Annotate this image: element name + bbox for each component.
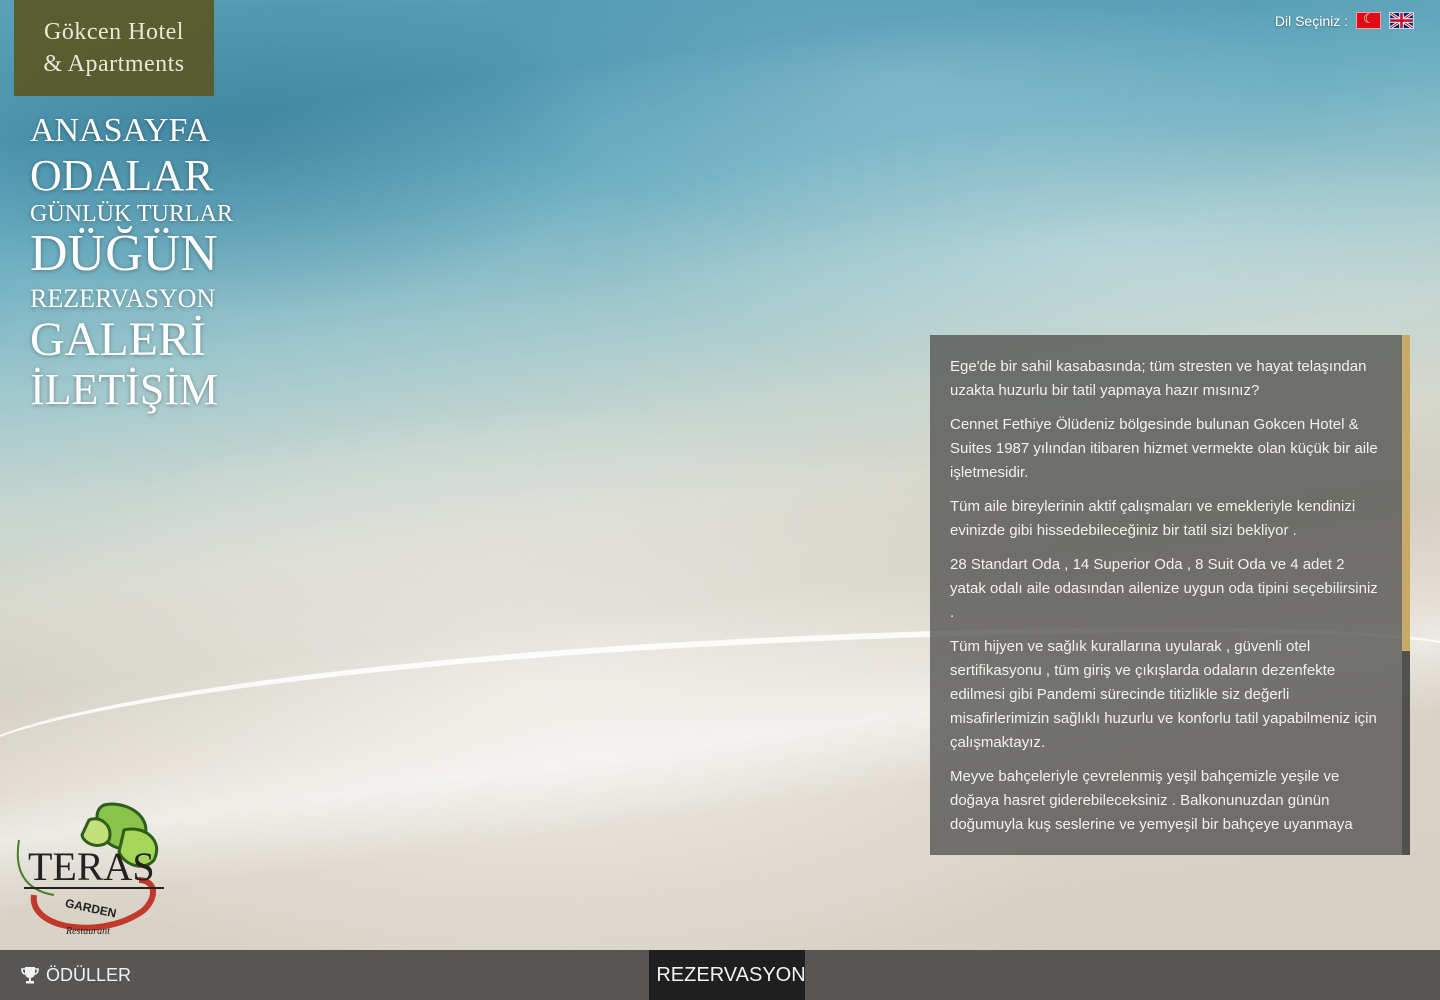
nav-item-odalar[interactable]: ODALAR — [30, 154, 233, 198]
brand-line-2: & Apartments — [43, 51, 185, 77]
reservation-button[interactable]: REZERVASYON — [649, 950, 806, 1000]
nav-item-gunluk-turlar[interactable]: GÜNLÜK TURLAR — [30, 202, 233, 226]
welcome-paragraph: Cennet Fethiye Ölüdeniz bölgesinde bulun… — [950, 416, 1378, 481]
nav-item-anasayfa[interactable]: ANASAYFA — [30, 114, 233, 148]
nav-item-dugun[interactable]: DÜĞÜN — [30, 228, 233, 280]
awards-label: ÖDÜLLER — [46, 964, 132, 985]
turkish-flag-icon[interactable] — [1356, 11, 1381, 29]
hotel-logo[interactable]: Gökcen Hotel & Apartments — [14, 0, 214, 96]
nav-item-galeri[interactable]: GALERİ — [30, 316, 233, 364]
teras-garden-logo[interactable]: TERAS GARDEN Restaurant — [14, 800, 164, 940]
logo-garden-text: GARDEN — [64, 896, 118, 921]
welcome-paragraph: Tüm hijyen ve sağlık kurallarına uyulara… — [950, 638, 1377, 751]
welcome-paragraph: Meyve bahçeleriyle çevrelenmiş yeşil bah… — [950, 768, 1353, 833]
nav-item-iletisim[interactable]: İLETİŞİM — [30, 368, 233, 412]
logo-teras-text: TERAS — [28, 844, 155, 889]
brand-line-1: Gökcen Hotel — [44, 19, 184, 45]
nav-item-rezervasyon[interactable]: REZERVASYON — [30, 286, 233, 312]
welcome-paragraph: Ege'de bir sahil kasabasında; tüm strest… — [950, 358, 1367, 399]
panel-scrollbar[interactable] — [1402, 335, 1410, 855]
welcome-paragraph: 28 Standart Oda , 14 Superior Oda , 8 Su… — [950, 556, 1378, 621]
english-flag-icon[interactable] — [1389, 12, 1414, 29]
logo-restaurant-text: Restaurant — [65, 926, 110, 937]
main-navigation: ANASAYFA ODALAR GÜNLÜK TURLAR DÜĞÜN REZE… — [30, 114, 233, 412]
language-selector: Dil Seçiniz : — [1274, 11, 1414, 29]
reservation-label: REZERVASYON — [656, 963, 806, 986]
trophy-icon — [21, 967, 39, 984]
language-label: Dil Seçiniz : — [1274, 12, 1348, 29]
footer-bar: ÖDÜLLER REZERVASYON — [0, 950, 1440, 1000]
awards-link[interactable]: ÖDÜLLER — [20, 950, 131, 1000]
panel-scrollbar-thumb[interactable] — [1402, 335, 1410, 651]
welcome-text-panel[interactable]: Ege'de bir sahil kasabasında; tüm strest… — [930, 335, 1410, 855]
welcome-paragraph: Tüm aile bireylerinin aktif çalışmaları … — [950, 498, 1356, 539]
